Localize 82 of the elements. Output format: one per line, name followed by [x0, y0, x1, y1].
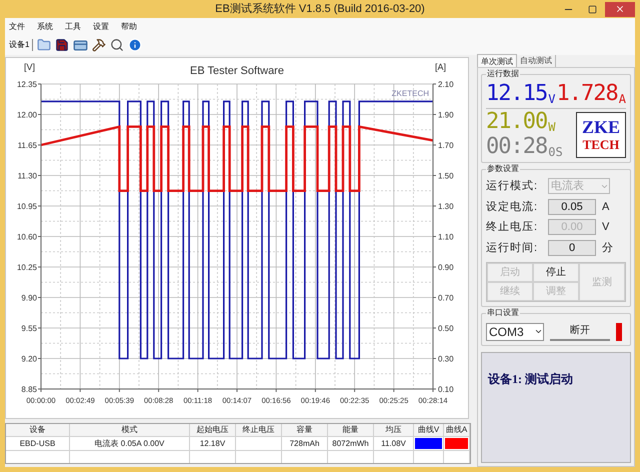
- table-cell: 728mAh: [282, 437, 328, 450]
- tick-label: 0.10: [438, 385, 454, 394]
- unit-label: 分: [602, 240, 613, 256]
- input-field[interactable]: 0.05: [548, 198, 596, 215]
- window-title: EB测试系统软件 V1.8.5 (Build 2016-03-20): [215, 2, 425, 17]
- tick-label: 12.00: [16, 110, 37, 120]
- unit-label: A: [602, 200, 610, 214]
- close-icon: [614, 4, 625, 14]
- menu-item[interactable]: 工具: [65, 20, 81, 32]
- tick-label: 0.30: [438, 354, 454, 364]
- chevron-icon: [534, 327, 543, 336]
- tick-label: 8.85: [21, 385, 37, 394]
- close-button[interactable]: [604, 2, 635, 16]
- reading-value: 21.00: [486, 111, 548, 133]
- tick-label: 10.95: [16, 202, 37, 211]
- hammer-icon[interactable]: [92, 38, 106, 52]
- tick-label: 2.10: [438, 80, 454, 89]
- info-icon[interactable]: [128, 38, 142, 52]
- menu-item[interactable]: 设置: [93, 20, 109, 32]
- port-dropdown[interactable]: COM3: [486, 322, 544, 340]
- action-button[interactable]: 停止: [533, 263, 579, 282]
- group-title: 参数设置: [486, 164, 520, 174]
- column-header: 设备: [6, 424, 70, 436]
- column-header: 均压: [374, 424, 414, 436]
- reading-value: 12.15: [486, 83, 548, 105]
- field-label: 设定电流:: [486, 200, 540, 214]
- tick-label: 10.60: [16, 232, 37, 242]
- tick-label: 0.70: [438, 294, 454, 302]
- menu-item[interactable]: 系统: [37, 20, 53, 32]
- column-header: 终止电压: [236, 424, 282, 436]
- reading-unit: W: [548, 121, 556, 133]
- tick-label: 10.25: [16, 263, 37, 272]
- axis-title: [A]: [435, 62, 446, 72]
- tick-label: 1.50: [438, 172, 454, 180]
- field-label: 运行模式:: [486, 179, 540, 194]
- column-header: 曲线A: [444, 424, 470, 436]
- column-header: 能量: [328, 424, 374, 436]
- column-header: 起始电压: [190, 424, 236, 436]
- unit-label: V: [602, 220, 610, 235]
- group-title: 运行数据: [486, 69, 520, 79]
- search-icon[interactable]: [110, 38, 124, 52]
- status-text: 设备1: 测试启动: [488, 372, 573, 386]
- tick-label: 9.55: [21, 324, 37, 333]
- tick-label: 0.90: [438, 263, 454, 272]
- maximize-icon[interactable]: [588, 4, 597, 14]
- tick-label: 0.50: [438, 324, 454, 333]
- table-cell: 11.08V: [374, 437, 414, 450]
- field-label: 运行时间:: [486, 240, 540, 256]
- column-header: 曲线V: [414, 424, 444, 436]
- column-header: 容量: [282, 424, 328, 436]
- tick-label: 1.70: [438, 141, 454, 150]
- tick-label: 9.90: [21, 294, 37, 302]
- input-field[interactable]: 0: [548, 240, 596, 256]
- device-label: 设备1: [9, 39, 34, 51]
- table-cell: 12.18V: [190, 437, 236, 450]
- axis-title: [V]: [24, 62, 36, 72]
- card-icon[interactable]: [73, 38, 88, 52]
- reading-unit: V: [548, 93, 556, 105]
- tick-label: 9.20: [21, 354, 37, 364]
- field-label: 终止电压:: [486, 220, 540, 235]
- tick-label: 1.10: [438, 232, 454, 242]
- menu-item[interactable]: 帮助: [121, 20, 137, 32]
- table-cell: 8072mWh: [328, 437, 374, 450]
- reading-unit: A: [618, 93, 626, 105]
- disconnect-button[interactable]: 断开: [550, 322, 610, 341]
- tick-label: 11.30: [18, 172, 37, 180]
- tick-label: 12.35: [16, 80, 37, 89]
- table-cell: 电流表 0.05A 0.00V: [70, 437, 190, 450]
- chart-title: EB Tester Software: [190, 65, 284, 77]
- column-header: 模式: [70, 424, 190, 436]
- reading-value: 00:28: [486, 136, 548, 158]
- table-cell: EBD-USB: [6, 437, 70, 450]
- tick-label: 1.30: [438, 202, 454, 211]
- menu-item[interactable]: 文件: [9, 20, 25, 32]
- group-title: 串口设置: [486, 308, 520, 318]
- save-icon[interactable]: [55, 38, 70, 52]
- tick-label: 11.65: [18, 141, 37, 150]
- reading-unit: 0S: [548, 146, 563, 158]
- brand-logo: ZKE TECH: [576, 112, 626, 158]
- reading-value: 1.728: [556, 83, 618, 105]
- tick-label: 1.90: [438, 110, 454, 120]
- tab[interactable]: 单次测试: [477, 54, 517, 67]
